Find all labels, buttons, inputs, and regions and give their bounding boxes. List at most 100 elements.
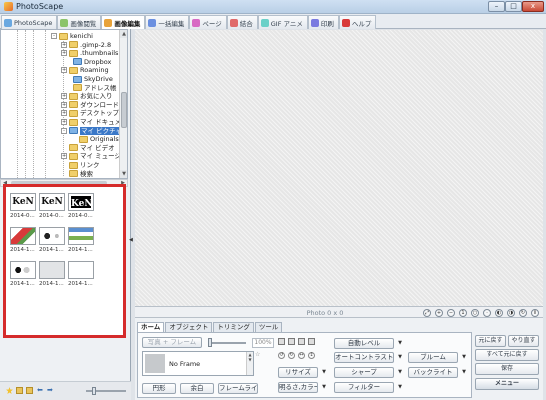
frame-percent[interactable]: 100% — [252, 338, 274, 348]
tree-item[interactable]: + マイ ミュージッ — [61, 152, 127, 160]
arrow-right-icon[interactable]: ➡ — [47, 387, 54, 394]
thumb-size-slider-knob[interactable] — [92, 387, 96, 395]
tree-item[interactable]: 検索 — [61, 170, 93, 178]
tab-7[interactable]: 印刷 — [307, 15, 339, 29]
expand-icon[interactable]: + — [61, 50, 67, 57]
image-canvas[interactable] — [135, 30, 543, 306]
frame-slider-track[interactable] — [210, 342, 246, 344]
circle-button[interactable]: 円形 — [142, 383, 176, 394]
tree-item[interactable]: + Roaming — [61, 66, 109, 74]
folder-open-icon[interactable] — [26, 387, 33, 394]
rotate-left-icon[interactable]: ↺ — [278, 352, 285, 359]
tool-square-icon[interactable] — [288, 338, 295, 345]
tab-1[interactable]: 画像閲覧 — [57, 15, 102, 29]
save-button[interactable]: 保存 — [475, 363, 539, 375]
tree-item[interactable]: アドレス帳 — [65, 84, 117, 92]
frame-slider-knob[interactable] — [208, 338, 212, 347]
auto-contrast-dropdown-icon[interactable]: ▼ — [396, 352, 404, 363]
thumbnail-item[interactable]: KeN 2014-0... — [68, 193, 96, 219]
bloom-dropdown-icon[interactable]: ▼ — [460, 352, 468, 363]
frame-line-button[interactable]: フレームライン — [218, 383, 258, 394]
expand-icon[interactable]: + — [61, 67, 67, 74]
zoom-out-icon[interactable]: − — [447, 309, 455, 317]
scroll-down-icon[interactable]: ▼ — [120, 170, 127, 178]
sharpen-button[interactable]: シャープ — [334, 367, 394, 378]
thumbnail-item[interactable]: KeN 2014-0... — [10, 193, 38, 219]
tab-0[interactable]: PhotoScape — [1, 15, 58, 29]
frame-select[interactable]: No Frame ▲ ▼ — [142, 351, 254, 376]
scroll-thumb[interactable] — [121, 92, 127, 128]
menu-button[interactable]: メニュー — [475, 378, 539, 390]
expand-icon[interactable]: + — [61, 41, 67, 48]
undo-button[interactable]: 元に戻す — [475, 335, 506, 347]
edit-tab-2[interactable]: トリミング — [213, 322, 254, 332]
backlight-button[interactable]: バックライト — [408, 367, 458, 378]
tree-item[interactable]: + マイ ドキュメン — [61, 118, 127, 126]
expand-icon[interactable]: + — [61, 153, 67, 160]
tree-item[interactable]: リンク — [61, 161, 100, 169]
edit-tab-3[interactable]: ツール — [254, 322, 283, 332]
close-button[interactable]: x — [522, 1, 544, 12]
thumbnail-item[interactable]: KeN 2014-0... — [39, 193, 67, 219]
thumbnail-item[interactable]: 2014-1... — [68, 261, 96, 287]
tool-square-icon[interactable] — [308, 338, 315, 345]
info-icon[interactable]: i — [531, 309, 539, 317]
collapse-icon[interactable]: - — [61, 127, 67, 134]
expand-icon[interactable]: + — [61, 93, 67, 100]
thumbnail-item[interactable]: 2014-1... — [10, 261, 38, 287]
filter-dropdown-icon[interactable]: ▼ — [396, 382, 404, 393]
tree-item[interactable]: Originals — [71, 135, 119, 143]
tree-item[interactable]: + .gimp-2.8 — [61, 41, 111, 49]
scroll-up-icon[interactable]: ▲ — [120, 30, 127, 38]
view-icon[interactable]: ◐ — [495, 309, 503, 317]
maximize-button[interactable]: □ — [505, 1, 522, 12]
brightness-dropdown-icon[interactable]: ▼ — [320, 382, 328, 393]
margin-button[interactable]: 余白 — [180, 383, 214, 394]
expand-icon[interactable]: + — [61, 110, 67, 117]
arrow-left-icon[interactable]: ⬅ — [37, 387, 44, 394]
tree-item[interactable]: - マイ ピクチャ — [61, 126, 124, 135]
photo-frame-button[interactable]: 写真 + フレーム — [142, 337, 202, 348]
tab-3[interactable]: 一括編集 — [145, 15, 190, 29]
tree-item[interactable]: SkyDrive — [65, 75, 113, 83]
tree-item[interactable]: - kenichi — [51, 32, 93, 40]
auto-level-button[interactable]: 自動レベル — [334, 338, 394, 349]
flip-vertical-icon[interactable]: ↕ — [308, 352, 315, 359]
edit-tab-0[interactable]: ホーム — [137, 322, 165, 332]
zoom-actual-icon[interactable]: 1 — [459, 309, 467, 317]
auto-level-dropdown-icon[interactable]: ▼ — [396, 338, 404, 349]
frame-select-scroll[interactable]: ▲ ▼ — [246, 352, 253, 375]
backlight-dropdown-icon[interactable]: ▼ — [460, 367, 468, 378]
brightness-color-button[interactable]: 明るさ,カラー — [278, 382, 318, 393]
zoom-in-icon[interactable]: + — [435, 309, 443, 317]
tree-vertical-scrollbar[interactable]: ▲ ▼ — [119, 30, 127, 178]
tree-item[interactable]: Dropbox — [65, 58, 111, 66]
collapse-icon[interactable]: - — [51, 33, 57, 39]
expand-icon[interactable]: + — [61, 101, 67, 108]
compare-icon[interactable]: ◑ — [507, 309, 515, 317]
tool-square-icon[interactable] — [298, 338, 305, 345]
tree-item[interactable]: + .thumbnails — [61, 49, 118, 57]
flip-icon[interactable]: ↔ — [298, 352, 305, 359]
thumbnail-item[interactable]: 2014-1... — [10, 227, 38, 253]
tree-item[interactable]: マイ ビデオ — [61, 144, 115, 152]
auto-contrast-button[interactable]: オートコントラスト — [334, 352, 394, 363]
pan-icon[interactable]: · — [483, 309, 491, 317]
tab-8[interactable]: ヘルプ — [338, 15, 377, 29]
collapse-panel-icon[interactable]: ◀ — [129, 237, 133, 245]
thumbnail-item[interactable]: 2014-1... — [39, 227, 67, 253]
sharpen-dropdown-icon[interactable]: ▼ — [396, 367, 404, 378]
undo-all-button[interactable]: すべて元に戻す — [475, 349, 539, 361]
expand-icon[interactable]: + — [61, 119, 67, 125]
favorite-star-icon[interactable] — [6, 387, 13, 394]
tree-item[interactable]: + ダウンロード — [61, 101, 119, 109]
fit-icon[interactable]: ⤢ — [423, 309, 431, 317]
rotate-right-icon[interactable]: ↻ — [288, 352, 295, 359]
tab-6[interactable]: GIF アニメ — [257, 15, 308, 29]
frame-favorite-star-icon[interactable]: ☆ — [255, 351, 260, 358]
thumbnail-item[interactable]: 2014-1... — [68, 227, 96, 253]
rotate-icon[interactable]: ↻ — [519, 309, 527, 317]
edit-tab-1[interactable]: オブジェクト — [165, 322, 213, 332]
tree-item[interactable]: + デスクトップ — [61, 109, 119, 117]
bloom-button[interactable]: ブルーム — [408, 352, 458, 363]
